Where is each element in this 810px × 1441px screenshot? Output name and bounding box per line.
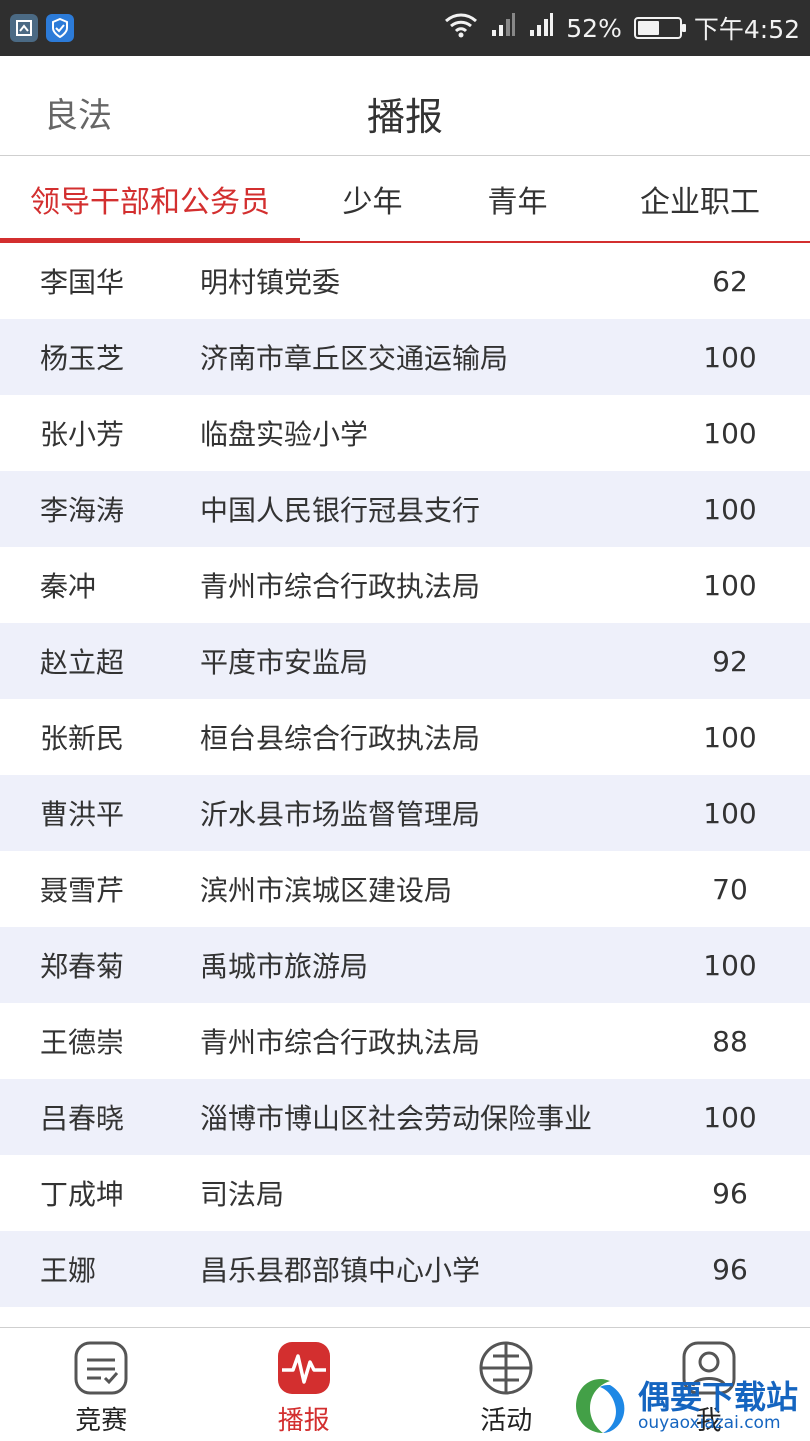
participant-name: 吕春晓 — [0, 1097, 200, 1137]
pulse-icon — [276, 1340, 332, 1396]
participant-name: 张小芳 — [0, 413, 200, 453]
nav-broadcast[interactable]: 播报 — [203, 1328, 406, 1441]
status-bar: 52% 下午4:52 — [0, 0, 810, 56]
list-item[interactable]: 赵立超平度市安监局92 — [0, 623, 810, 699]
list-item[interactable]: 丁成坤司法局96 — [0, 1155, 810, 1231]
participant-name: 李海涛 — [0, 489, 200, 529]
participant-name: 赵立超 — [0, 641, 200, 681]
list-item[interactable]: 李国华明村镇党委62 — [0, 243, 810, 319]
participant-name: 张新民 — [0, 717, 200, 757]
participant-name: 王德崇 — [0, 1021, 200, 1061]
participant-organization: 临盘实验小学 — [200, 413, 690, 453]
participant-name: 秦冲 — [0, 565, 200, 605]
participant-score: 88 — [690, 1025, 810, 1058]
list-item[interactable]: 聂雪芹滨州市滨城区建设局70 — [0, 851, 810, 927]
participant-organization: 禹城市旅游局 — [200, 945, 690, 985]
participant-score: 62 — [690, 265, 810, 298]
participant-score: 70 — [690, 873, 810, 906]
participant-name: 郑春菊 — [0, 945, 200, 985]
list-item[interactable]: 郑春菊禹城市旅游局100 — [0, 927, 810, 1003]
clock: 下午4:52 — [694, 10, 800, 46]
participant-score: 100 — [690, 493, 810, 526]
quiz-icon — [73, 1340, 129, 1396]
activity-grid-icon — [478, 1340, 534, 1396]
list-item[interactable]: 吕春晓淄博市博山区社会劳动保险事业100 — [0, 1079, 810, 1155]
participant-organization: 桓台县综合行政执法局 — [200, 717, 690, 757]
list-item[interactable]: 王德崇青州市综合行政执法局88 — [0, 1003, 810, 1079]
participant-name: 曹洪平 — [0, 793, 200, 833]
participant-name: 王娜 — [0, 1249, 200, 1289]
participant-score: 100 — [690, 949, 810, 982]
category-tabs: 领导干部和公务员 少年 青年 企业职工 — [0, 157, 810, 243]
battery-icon — [634, 17, 682, 39]
list-item[interactable]: 李海涛中国人民银行冠县支行100 — [0, 471, 810, 547]
participant-organization: 青州市综合行政执法局 — [200, 1021, 690, 1061]
list-item[interactable]: 秦冲青州市综合行政执法局100 — [0, 547, 810, 623]
battery-percent: 52% — [566, 14, 622, 43]
list-item[interactable]: 王娜昌乐县郡部镇中心小学96 — [0, 1231, 810, 1307]
list-item[interactable]: 张新民桓台县综合行政执法局100 — [0, 699, 810, 775]
participant-score: 100 — [690, 1101, 810, 1134]
watermark-text: 偶要下载站 — [638, 1380, 798, 1414]
list-item[interactable]: 杨玉芝济南市章丘区交通运输局100 — [0, 319, 810, 395]
app-header: 良法 播报 — [0, 56, 810, 156]
participant-score: 100 — [690, 797, 810, 830]
participant-name: 丁成坤 — [0, 1173, 200, 1213]
participant-score: 100 — [690, 417, 810, 450]
participant-name: 杨玉芝 — [0, 337, 200, 377]
participant-score: 100 — [690, 569, 810, 602]
participant-score: 96 — [690, 1177, 810, 1210]
score-list[interactable]: 李国华明村镇党委62杨玉芝济南市章丘区交通运输局100张小芳临盘实验小学100李… — [0, 243, 810, 1327]
participant-organization: 青州市综合行政执法局 — [200, 565, 690, 605]
nav-quiz[interactable]: 竞赛 — [0, 1328, 203, 1441]
site-watermark: 偶要下载站 ouyaoxiazai.com — [570, 1372, 810, 1440]
participant-organization: 中国人民银行冠县支行 — [200, 489, 690, 529]
participant-name: 李国华 — [0, 261, 200, 301]
tab-employees[interactable]: 企业职工 — [590, 157, 810, 241]
list-item[interactable]: 曹洪平沂水县市场监督管理局100 — [0, 775, 810, 851]
tab-youth[interactable]: 少年 — [300, 157, 445, 241]
participant-score: 100 — [690, 341, 810, 374]
nav-label: 竞赛 — [75, 1400, 127, 1437]
participant-organization: 济南市章丘区交通运输局 — [200, 337, 690, 377]
participant-score: 96 — [690, 1253, 810, 1286]
watermark-url: ouyaoxiazai.com — [638, 1414, 798, 1432]
participant-organization: 沂水县市场监督管理局 — [200, 793, 690, 833]
tab-officials[interactable]: 领导干部和公务员 — [0, 157, 300, 241]
tab-young-adults[interactable]: 青年 — [445, 157, 590, 241]
nav-label: 播报 — [278, 1400, 330, 1437]
participant-organization: 滨州市滨城区建设局 — [200, 869, 690, 909]
participant-organization: 司法局 — [200, 1173, 690, 1213]
shield-icon — [46, 14, 74, 42]
screenshot-icon — [10, 14, 38, 42]
wifi-icon — [444, 12, 478, 44]
participant-score: 100 — [690, 721, 810, 754]
list-item[interactable]: 张小芳临盘实验小学100 — [0, 395, 810, 471]
participant-organization: 明村镇党委 — [200, 261, 690, 301]
signal-icon — [528, 12, 554, 44]
participant-score: 92 — [690, 645, 810, 678]
page-title: 播报 — [0, 86, 810, 141]
participant-name: 聂雪芹 — [0, 869, 200, 909]
signal-icon — [490, 12, 516, 44]
watermark-logo-icon — [570, 1375, 632, 1437]
participant-organization: 淄博市博山区社会劳动保险事业 — [200, 1097, 690, 1137]
participant-organization: 平度市安监局 — [200, 641, 690, 681]
participant-organization: 昌乐县郡部镇中心小学 — [200, 1249, 690, 1289]
nav-label: 活动 — [480, 1400, 532, 1437]
